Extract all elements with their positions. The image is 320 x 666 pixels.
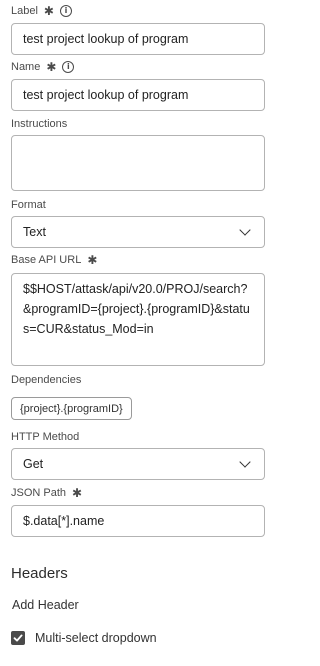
- required-icon: ✱: [43, 4, 54, 18]
- instructions-value: [12, 136, 264, 152]
- dependencies-label: Dependencies: [11, 373, 81, 387]
- label-field-label: Label ✱ i: [11, 4, 72, 18]
- format-selected-value: Text: [23, 225, 46, 239]
- base-api-url-label: Base API URL ✱: [11, 253, 97, 267]
- instructions-label: Instructions: [11, 117, 67, 131]
- base-api-url-textarea[interactable]: $$HOST/attask/api/v20.0/PROJ/search?&pro…: [11, 273, 265, 366]
- label-input-value: test project lookup of program: [23, 32, 189, 46]
- dependency-tag-text: {project}.{programID}: [20, 402, 123, 415]
- http-method-select[interactable]: Get: [11, 448, 265, 480]
- http-method-label: HTTP Method: [11, 430, 79, 444]
- headers-title: Headers: [11, 565, 68, 582]
- multi-select-checkbox[interactable]: [11, 631, 25, 645]
- name-input[interactable]: test project lookup of program: [11, 79, 265, 111]
- multi-select-checkbox-row[interactable]: Multi-select dropdown: [11, 631, 157, 645]
- http-method-selected-value: Get: [23, 457, 44, 471]
- required-icon: ✱: [46, 60, 57, 74]
- instructions-textarea[interactable]: [11, 135, 265, 191]
- name-input-value: test project lookup of program: [23, 88, 189, 102]
- multi-select-label: Multi-select dropdown: [35, 631, 157, 645]
- json-path-label: JSON Path ✱: [11, 486, 82, 500]
- json-path-input[interactable]: $.data[*].name: [11, 505, 265, 537]
- label-input[interactable]: test project lookup of program: [11, 23, 265, 55]
- chevron-down-icon: [239, 224, 251, 236]
- http-method-label-text: HTTP Method: [11, 431, 80, 443]
- dependencies-label-text: Dependencies: [11, 374, 82, 386]
- format-label-text: Format: [11, 199, 46, 211]
- base-api-url-value: $$HOST/attask/api/v20.0/PROJ/search?&pro…: [23, 282, 250, 336]
- format-select[interactable]: Text: [11, 216, 265, 248]
- dependency-tag: {project}.{programID}: [11, 397, 132, 420]
- instructions-label-text: Instructions: [11, 118, 68, 130]
- name-label-text: Name: [11, 61, 41, 73]
- chevron-down-icon: [239, 456, 251, 468]
- label-label-text: Label: [11, 5, 38, 17]
- required-icon: ✱: [87, 253, 98, 267]
- format-label: Format: [11, 198, 46, 212]
- info-icon[interactable]: i: [59, 5, 72, 17]
- json-path-label-text: JSON Path: [11, 487, 67, 499]
- checkmark-icon: [13, 634, 23, 642]
- required-icon: ✱: [72, 486, 83, 500]
- base-api-url-label-text: Base API URL: [11, 254, 82, 266]
- add-header-button[interactable]: Add Header: [12, 598, 79, 612]
- info-icon[interactable]: i: [62, 61, 75, 73]
- name-field-label: Name ✱ i: [11, 60, 75, 74]
- json-path-value: $.data[*].name: [23, 514, 105, 528]
